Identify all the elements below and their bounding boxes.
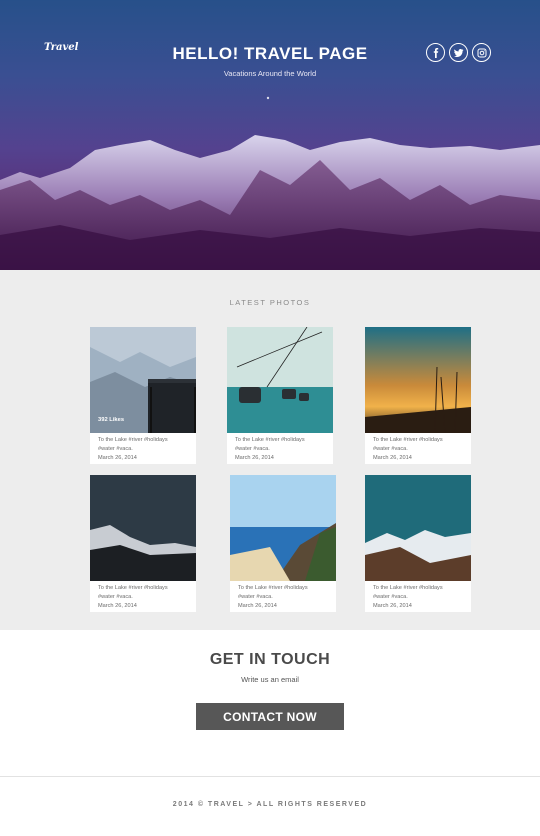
photo-image[interactable] [227, 327, 333, 433]
likes-count: 392 Likes [98, 417, 125, 423]
page-subtitle: Vacations Around the World [223, 69, 317, 78]
latest-photos-section: LATEST PHOTOS 392 Likes To the Lake #riv… [0, 270, 540, 630]
photo-card[interactable]: To the Lake #river #holidays #water #vac… [230, 475, 336, 612]
photo-date: March 26, 2014 [238, 603, 277, 609]
contact-now-button[interactable]: CONTACT NOW [196, 703, 344, 730]
photo-image[interactable] [230, 475, 336, 581]
photo-date: March 26, 2014 [235, 455, 274, 461]
contact-subtitle: Write us an email [241, 675, 299, 684]
twitter-icon[interactable] [449, 43, 468, 62]
photo-date: March 26, 2014 [373, 603, 412, 609]
photo-caption: To the Lake #river #holidays #water #vac… [98, 584, 192, 611]
photo-caption: To the Lake #river #holidays #water #vac… [373, 584, 467, 611]
facebook-icon[interactable] [426, 43, 445, 62]
footer-divider [0, 776, 540, 777]
mountain-illustration [0, 96, 540, 270]
photo-image[interactable] [90, 475, 196, 581]
photo-date: March 26, 2014 [98, 455, 137, 461]
instagram-icon[interactable] [472, 43, 491, 62]
hero-banner: Travel HELLO! TRAVEL PAGE Vacations Arou… [0, 0, 540, 270]
photo-image[interactable]: 392 Likes [90, 327, 196, 433]
photo-caption: To the Lake #river #holidays #water #vac… [98, 436, 192, 463]
photo-date: March 26, 2014 [373, 455, 412, 461]
social-links [426, 43, 491, 62]
photo-image[interactable] [365, 327, 471, 433]
photo-date: March 26, 2014 [98, 603, 137, 609]
photo-caption: To the Lake #river #holidays #water #vac… [235, 436, 329, 463]
photo-caption: To the Lake #river #holidays #water #vac… [238, 584, 332, 611]
photo-card[interactable]: To the Lake #river #holidays #water #vac… [365, 475, 471, 612]
photo-card[interactable]: 392 Likes To the Lake #river #holidays #… [90, 327, 196, 464]
section-heading: LATEST PHOTOS [229, 298, 311, 307]
contact-heading: GET IN TOUCH [209, 651, 331, 668]
photo-card[interactable]: To the Lake #river #holidays #water #vac… [227, 327, 333, 464]
photo-image[interactable] [365, 475, 471, 581]
photo-caption: To the Lake #river #holidays #water #vac… [373, 436, 467, 463]
footer-copyright: 2014 © TRAVEL > ALL RIGHTS RESERVED [172, 801, 368, 808]
photo-card[interactable]: To the Lake #river #holidays #water #vac… [365, 327, 471, 464]
photo-card[interactable]: To the Lake #river #holidays #water #vac… [90, 475, 196, 612]
